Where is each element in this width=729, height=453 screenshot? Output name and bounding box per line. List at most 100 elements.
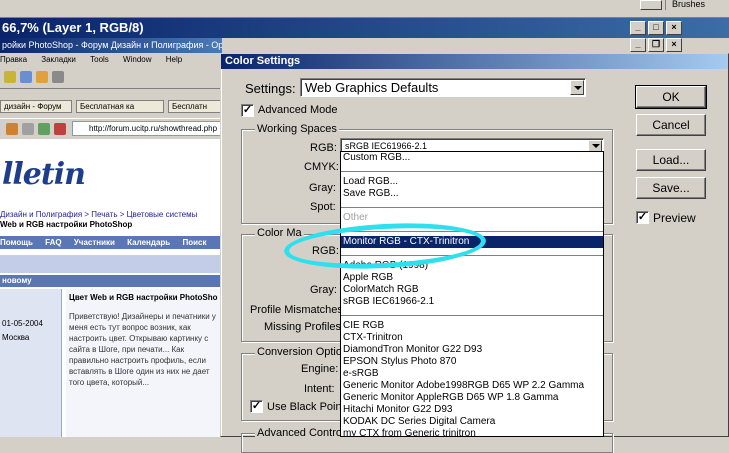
stop-icon[interactable] [54, 123, 66, 135]
palette-well-button[interactable] [640, 0, 662, 10]
black-point-checkbox[interactable]: ✓ [250, 400, 263, 413]
post-title: Цвет Web и RGB настройки PhotoSho [69, 293, 218, 302]
browser-restore-button[interactable]: ❐ [648, 38, 664, 52]
dialog-title: Color Settings [221, 54, 728, 69]
nav-members[interactable]: Участники [74, 238, 115, 247]
dropdown-option[interactable]: Load RGB... [341, 176, 603, 188]
breadcrumb-item[interactable]: Дизайн и Полиграфия [0, 210, 82, 219]
dropdown-option[interactable]: my CTX from Generic trinitron [341, 428, 603, 436]
settings-label: Settings: [245, 81, 296, 96]
browser-close-button[interactable]: × [666, 38, 682, 52]
checkmark-icon: ✓ [242, 104, 253, 116]
dropdown-option[interactable]: DiamondTron Monitor G22 D93 [341, 344, 603, 356]
load-button[interactable]: Load... [636, 149, 706, 171]
browser-title: ройки PhotoShop - Форум Дизайн и Полигра… [0, 38, 222, 53]
browser-tab-bar: дизайн - Форум Бесплатная ка Бесплатн [0, 100, 222, 114]
dropdown-option: Other [343, 212, 369, 223]
nav-help[interactable]: Помощь [0, 238, 33, 247]
chevron-down-icon[interactable] [570, 80, 584, 95]
checkmark-icon: ✓ [251, 400, 262, 412]
browser-tab[interactable]: Бесплатн [168, 100, 222, 113]
vbulletin-logo: lletin [2, 157, 86, 192]
dropdown-option[interactable]: CTX-Trinitron [341, 332, 603, 344]
document-maximize-button[interactable]: □ [648, 21, 664, 35]
dropdown-option[interactable]: ColorMatch RGB [341, 284, 603, 296]
missing-profiles-label: Missing Profiles: [264, 321, 345, 333]
browser-tab[interactable]: Бесплатная ка [76, 100, 164, 113]
dropdown-option[interactable]: CIE RGB [341, 320, 603, 332]
menu-tools[interactable]: Tools [90, 55, 109, 64]
post-author-location: Москва [2, 333, 30, 342]
dropdown-option[interactable]: EPSON Stylus Photo 870 [341, 356, 603, 368]
nav-faq[interactable]: FAQ [45, 238, 61, 247]
dropdown-option[interactable]: Hitachi Monitor G22 D93 [341, 404, 603, 416]
advanced-mode-checkbox[interactable]: ✓ [241, 104, 254, 117]
black-point-label: Use Black Point [267, 401, 345, 413]
notes-icon[interactable] [36, 71, 48, 83]
photoshop-menu-strip: Brushes [0, 0, 729, 18]
preview-checkbox[interactable]: ✓ [636, 211, 649, 224]
breadcrumb: Дизайн и Полиграфия > Печать > Цветовые … [0, 210, 198, 229]
profile-mismatches-label: Profile Mismatches: [250, 304, 346, 316]
document-window-title: 66,7% (Layer 1, RGB/8) [0, 18, 729, 38]
dropdown-separator [341, 315, 603, 316]
menu-edit[interactable]: Правка [0, 55, 27, 64]
conversion-options-legend: Conversion Optio [255, 346, 344, 358]
settings-select-value: Web Graphics Defaults [305, 80, 439, 95]
dropdown-option[interactable]: e-sRGB [341, 368, 603, 380]
dropdown-option[interactable]: Generic Monitor Adobe1998RGB D65 WP 2.2 … [341, 380, 603, 392]
nav-search[interactable]: Поиск [182, 238, 206, 247]
checkmark-icon: ✓ [637, 211, 648, 223]
browser-menubar: Правка Закладки Tools Window Help [0, 53, 222, 67]
forum-navbar: Помощь FAQ Участники Календарь Поиск [0, 236, 222, 249]
cancel-button[interactable]: Cancel [636, 114, 706, 136]
ok-button[interactable]: OK [635, 85, 707, 109]
breadcrumb-item[interactable]: Печать [91, 210, 117, 219]
dropdown-separator [341, 171, 603, 172]
address-bar-area: http://forum.ucitp.ru/showthread.php [0, 118, 222, 138]
post-text: Приветствую! Дизайнеры и печатники у мен… [69, 312, 216, 387]
thread-view-link[interactable]: новому [0, 275, 222, 287]
dropdown-option[interactable]: Apple RGB [341, 272, 603, 284]
color-management-legend: Color Ma [255, 227, 304, 239]
forward-icon[interactable] [22, 123, 34, 135]
spot-label: Spot: [310, 201, 336, 213]
brushes-palette-tab[interactable]: Brushes [665, 0, 729, 10]
settings-select[interactable]: Web Graphics Defaults [300, 78, 586, 97]
dropdown-option[interactable]: Custom RGB... [341, 152, 603, 164]
menu-bookmarks[interactable]: Закладки [41, 55, 76, 64]
advanced-controls-legend: Advanced Contro [255, 427, 344, 439]
document-minimize-button[interactable]: _ [630, 21, 646, 35]
back-icon[interactable] [6, 123, 18, 135]
browser-tab[interactable]: дизайн - Форум [0, 100, 72, 113]
menu-help[interactable]: Help [166, 55, 182, 64]
advanced-mode-label: Advanced Mode [258, 104, 338, 116]
nav-calendar[interactable]: Календарь [127, 238, 170, 247]
reload-icon[interactable] [38, 123, 50, 135]
home-icon[interactable] [4, 71, 16, 83]
menu-window[interactable]: Window [123, 55, 151, 64]
preview-label: Preview [653, 211, 696, 225]
dropdown-option[interactable]: KODAK DC Series Digital Camera [341, 416, 603, 428]
gray-label: Gray: [309, 182, 336, 194]
dropdown-option[interactable]: sRGB IEC61966-2.1 [341, 296, 603, 308]
intent-label: Intent: [304, 383, 335, 395]
tools-icon[interactable] [52, 71, 64, 83]
mail-icon[interactable] [20, 71, 32, 83]
browser-toolbar [0, 67, 222, 89]
dropdown-separator [341, 207, 603, 208]
post-content: Цвет Web и RGB настройки PhotoSho Привет… [66, 289, 222, 437]
address-input[interactable]: http://forum.ucitp.ru/showthread.php [72, 121, 222, 136]
browser-minimize-button[interactable]: _ [630, 38, 646, 52]
breadcrumb-item[interactable]: Цветовые системы [127, 210, 198, 219]
rgb-working-space-dropdown[interactable]: Custom RGB... Load RGB... Save RGB... Other… [340, 151, 604, 437]
cmyk-label: CMYK: [304, 161, 339, 173]
web-page: lletin Дизайн и Полиграфия > Печать > Цв… [0, 139, 222, 437]
document-close-button[interactable]: × [666, 21, 682, 35]
post-author-info: 01-05-2004 Москва [0, 289, 62, 437]
engine-label: Engine: [301, 363, 339, 375]
dropdown-option[interactable]: Generic Monitor AppleRGB D65 WP 1.8 Gamm… [341, 392, 603, 404]
thread-tools-bar [0, 255, 222, 273]
dropdown-option[interactable]: Save RGB... [341, 188, 603, 200]
save-button[interactable]: Save... [636, 177, 706, 199]
